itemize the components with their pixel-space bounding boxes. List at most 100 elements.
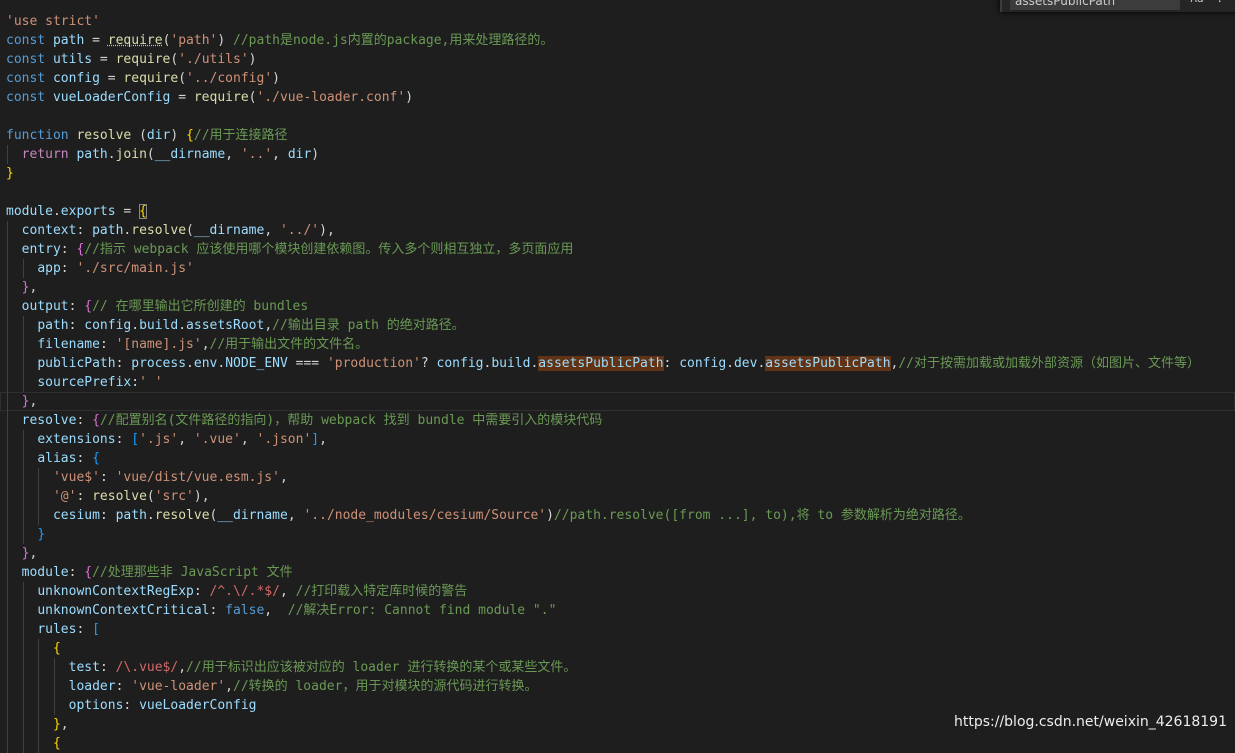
code-line[interactable]: entry: {//指示 webpack 应该使用哪个模块创建依赖图。传入多个则…	[0, 240, 1235, 259]
code-token: //转换的 loader，用于对模块的源代码进行转换。	[233, 679, 538, 694]
indent-guide	[7, 468, 8, 487]
code-line[interactable]: {	[0, 639, 1235, 658]
code-token: [	[92, 622, 100, 637]
code-token: '..'	[240, 147, 273, 162]
indent-guide	[38, 468, 40, 487]
case-sensitive-icon[interactable]: Aa	[1190, 0, 1204, 6]
code-line[interactable]: resolve: {//配置别名(文件路径的指向)，帮助 webpack 找到 …	[0, 411, 1235, 430]
code-token: {	[186, 128, 194, 143]
code-token: ,	[178, 660, 187, 675]
code-token: process	[131, 356, 187, 371]
code-token: }	[6, 166, 14, 181]
code-line[interactable]: }	[0, 164, 1235, 183]
code-line[interactable]: module.exports = {	[0, 202, 1235, 221]
code-line[interactable]: options: vueLoaderConfig	[0, 696, 1235, 715]
code-token: ,	[60, 717, 69, 732]
indent-guide	[7, 734, 8, 753]
code-token: :	[115, 679, 132, 694]
code-line[interactable]: },	[0, 278, 1235, 297]
code-line[interactable]: },	[0, 544, 1235, 563]
code-token: :	[99, 470, 116, 485]
code-token: ,	[240, 432, 257, 447]
code-token: require	[107, 33, 163, 48]
indent-guide	[22, 354, 24, 373]
indent-guide	[22, 259, 24, 278]
indent-guide	[22, 582, 24, 601]
code-line[interactable]: alias: {	[0, 449, 1235, 468]
code-token: extensions	[37, 432, 116, 447]
code-line[interactable]: extensions: ['.js', '.vue', '.json'],	[0, 430, 1235, 449]
code-line[interactable]: rules: [	[0, 620, 1235, 639]
code-token: 'vue/dist/vue.esm.js'	[115, 470, 280, 485]
code-token: )	[311, 147, 320, 162]
indent-guide	[38, 506, 40, 525]
code-token: ,	[29, 546, 38, 561]
code-token: 'vue-loader'	[131, 679, 226, 694]
code-line[interactable]: app: './src/main.js'	[0, 259, 1235, 278]
code-token: =	[92, 52, 116, 67]
code-line[interactable]: filename: '[name].js',//用于输出文件的文件名。	[0, 335, 1235, 354]
code-line[interactable]: test: /\.vue$/,//用于标识出应该被对应的 loader 进行转换…	[0, 658, 1235, 677]
indent-guide	[22, 620, 24, 639]
code-line[interactable]: const vueLoaderConfig = require('./vue-l…	[0, 88, 1235, 107]
code-line[interactable]: {	[0, 734, 1235, 753]
regex-icon[interactable]: .*	[1216, 0, 1230, 6]
indent-guide	[7, 316, 8, 335]
code-line[interactable]: const utils = require('./utils')	[0, 50, 1235, 69]
code-token: config	[679, 356, 727, 371]
code-line[interactable]: sourcePrefix:' '	[0, 373, 1235, 392]
code-token: //打印载入特定库时候的警告	[295, 584, 468, 599]
indent-guide	[7, 677, 8, 696]
code-line[interactable]: unknownContextCritical: false, //解决Error…	[0, 601, 1235, 620]
code-editor[interactable]: 'use strict' const path = require('path')…	[0, 12, 1235, 753]
code-line[interactable]: cesium: path.resolve(__dirname, '../node…	[0, 506, 1235, 525]
code-token: return	[21, 147, 69, 162]
indent-guide	[7, 297, 8, 316]
code-line[interactable]: output: {// 在哪里输出它所创建的 bundles	[0, 297, 1235, 316]
code-line[interactable]: unknownContextRegExp: /^.\/.*$/, //打印载入特…	[0, 582, 1235, 601]
code-token: require	[193, 90, 249, 105]
code-line[interactable]: function resolve (dir) {//用于连接路径	[0, 126, 1235, 145]
code-token: =	[99, 71, 124, 86]
indent-guide	[22, 639, 24, 658]
indent-guide	[22, 601, 24, 620]
code-line[interactable]: }	[0, 525, 1235, 544]
code-line[interactable]: return path.join(__dirname, '..', dir)	[0, 145, 1235, 164]
code-token: 'path'	[170, 33, 218, 48]
code-token: 'src'	[154, 489, 194, 504]
code-line[interactable]: const path = require('path') //path是node…	[0, 31, 1235, 50]
code-line[interactable]	[0, 107, 1235, 126]
indent-guide	[53, 677, 55, 696]
code-token: :	[663, 356, 680, 371]
code-token: }	[52, 717, 61, 732]
code-token: ]	[311, 432, 320, 447]
code-line[interactable]: loader: 'vue-loader',//转换的 loader，用于对模块的…	[0, 677, 1235, 696]
code-line[interactable]: path: config.build.assetsRoot,//输出目录 pat…	[0, 316, 1235, 335]
code-token: ,	[29, 394, 38, 409]
code-line[interactable]: '@': resolve('src'),	[0, 487, 1235, 506]
find-input[interactable]	[1010, 0, 1180, 10]
code-line[interactable]: module: {//处理那些非 JavaScript 文件	[0, 563, 1235, 582]
code-line[interactable]: context: path.resolve(__dirname, '../'),	[0, 221, 1235, 240]
indent-guide	[22, 696, 24, 715]
code-token: //path是node.js内置的package,用来处理路径的。	[233, 33, 554, 48]
indent-guide	[7, 563, 8, 582]
code-token: vueLoaderConfig	[52, 90, 171, 105]
code-token: //用于输出文件的文件名。	[209, 337, 369, 352]
code-line[interactable]: 'vue$': 'vue/dist/vue.esm.js',	[0, 468, 1235, 487]
code-token: env	[193, 356, 218, 371]
code-token: loader	[68, 679, 116, 694]
code-line[interactable]: },	[0, 392, 1235, 411]
code-line[interactable]: publicPath: process.env.NODE_ENV === 'pr…	[0, 354, 1235, 373]
code-token: {	[52, 641, 61, 656]
code-token: //解决Error: Cannot find module "."	[287, 603, 557, 618]
code-line[interactable]	[0, 183, 1235, 202]
code-token: resolve	[131, 223, 187, 238]
code-token: config	[52, 71, 100, 86]
code-token: output	[21, 299, 69, 314]
code-line[interactable]: 'use strict'	[0, 12, 1235, 31]
code-token: context	[21, 223, 77, 238]
code-line[interactable]: const config = require('../config')	[0, 69, 1235, 88]
